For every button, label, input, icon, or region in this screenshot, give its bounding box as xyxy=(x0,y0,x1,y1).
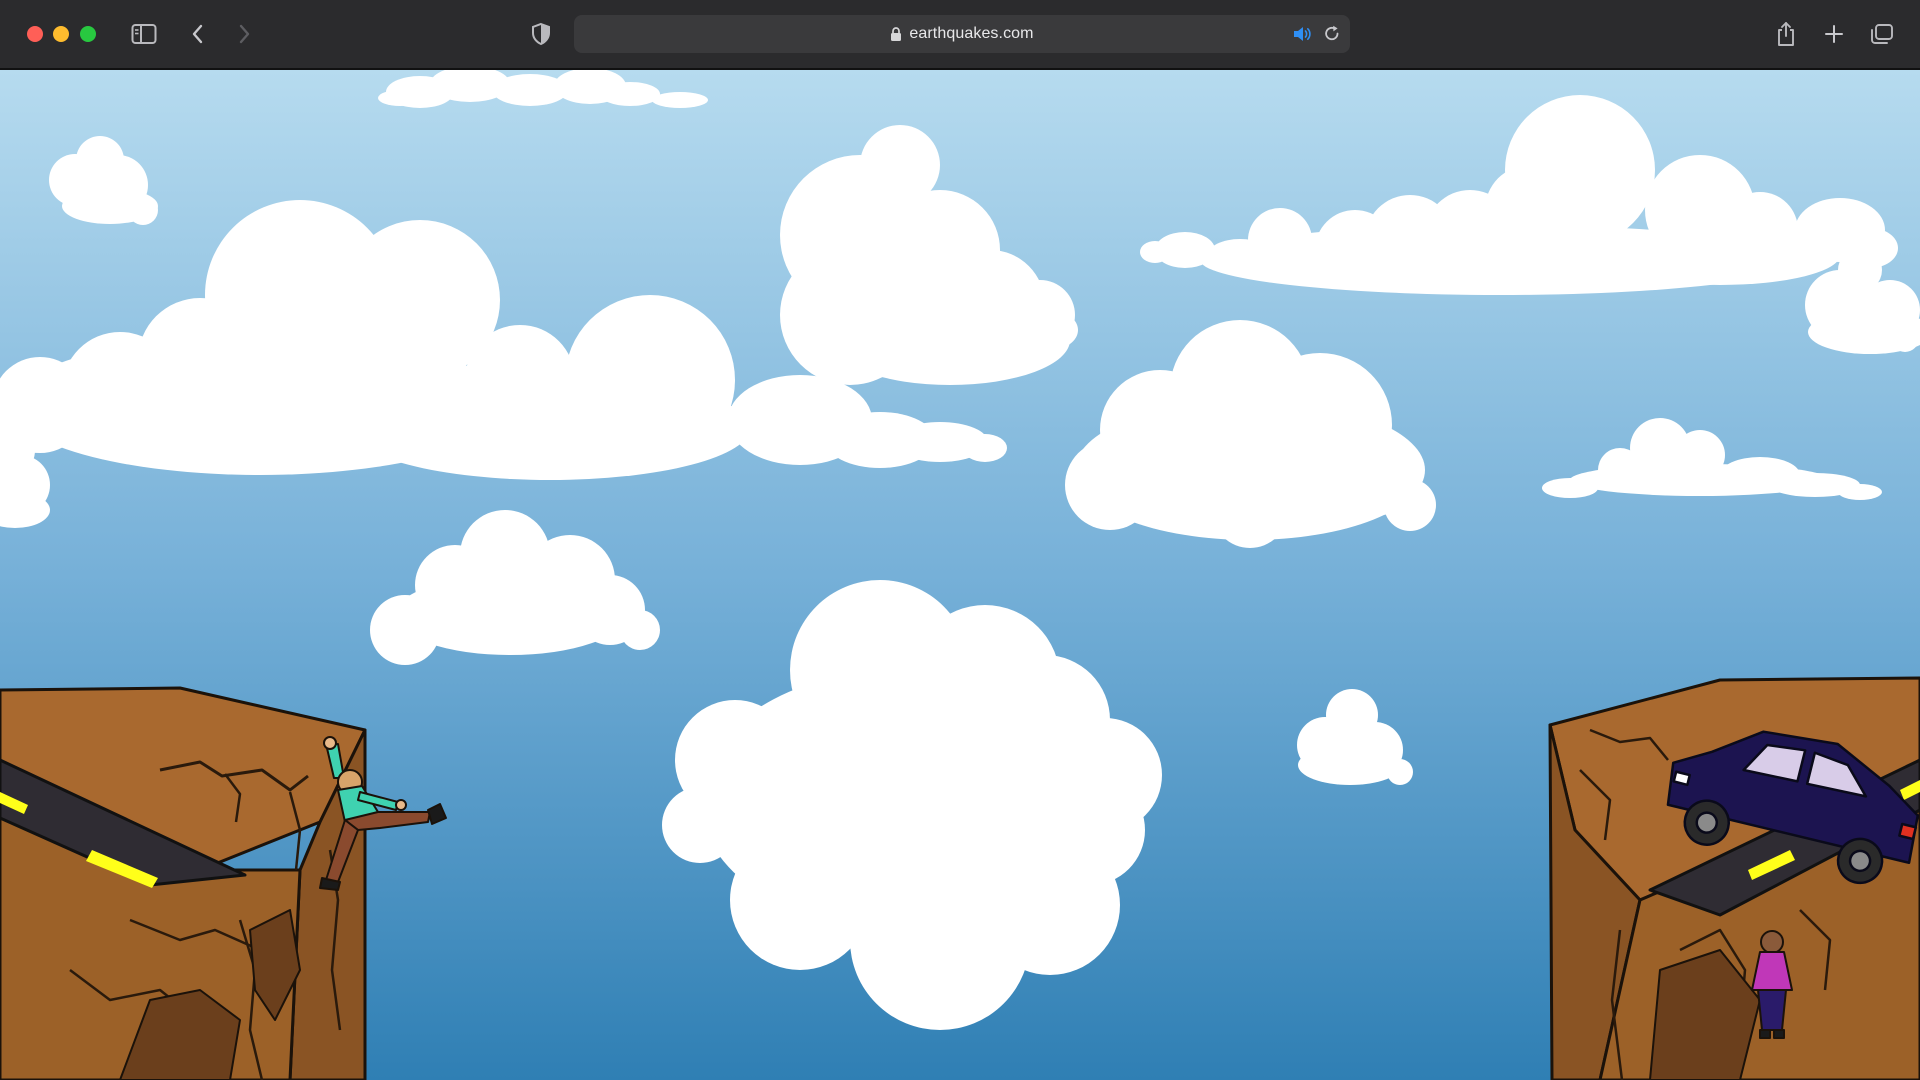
share-button[interactable] xyxy=(1770,18,1802,50)
back-button[interactable] xyxy=(182,18,214,50)
earthquake-scene xyxy=(0,70,1920,1080)
chevron-left-icon xyxy=(192,24,203,44)
forward-button[interactable] xyxy=(228,18,260,50)
lock-icon xyxy=(890,26,902,42)
address-bar[interactable]: earthquakes.com xyxy=(574,15,1350,53)
new-tab-button[interactable] xyxy=(1818,18,1850,50)
speaker-icon xyxy=(1294,27,1311,41)
tabs-overview-icon xyxy=(1871,24,1893,44)
sidebar-icon xyxy=(131,24,157,44)
shield-icon xyxy=(532,22,550,46)
zoom-window-button[interactable] xyxy=(80,26,96,42)
close-window-button[interactable] xyxy=(27,26,43,42)
url-text: earthquakes.com xyxy=(909,25,1034,42)
tab-overview-button[interactable] xyxy=(1866,18,1898,50)
privacy-report-button[interactable] xyxy=(525,18,557,50)
sidebar-toggle-button[interactable] xyxy=(128,18,160,50)
browser-window: earthquakes.com xyxy=(0,0,1920,1080)
web-page-content xyxy=(0,70,1920,1080)
share-icon xyxy=(1778,22,1794,46)
reload-button[interactable] xyxy=(1322,24,1342,44)
chevron-right-icon xyxy=(239,24,250,44)
reload-icon xyxy=(1325,25,1339,41)
left-cliff xyxy=(0,686,367,1080)
minimize-window-button[interactable] xyxy=(53,26,69,42)
audio-playing-button[interactable] xyxy=(1292,24,1312,44)
browser-toolbar: earthquakes.com xyxy=(0,0,1920,70)
plus-icon xyxy=(1825,25,1843,43)
